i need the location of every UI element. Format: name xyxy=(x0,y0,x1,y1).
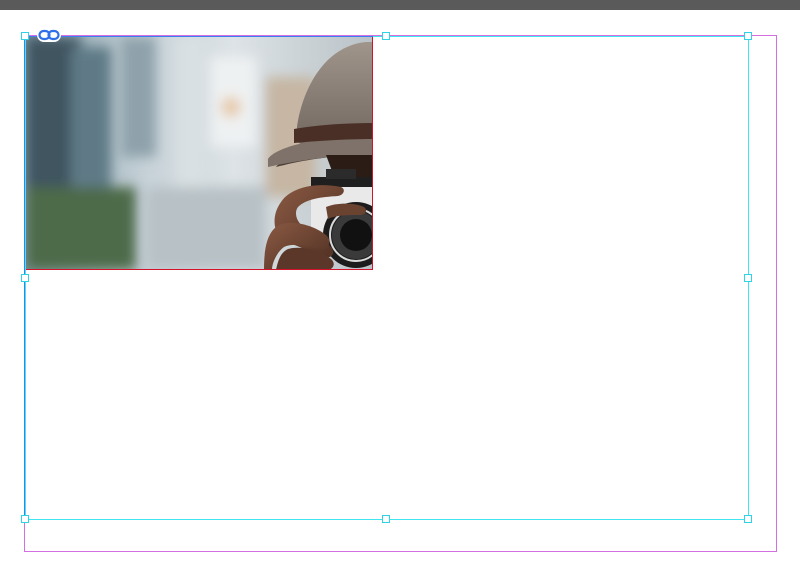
handle-top-middle[interactable] xyxy=(382,32,390,40)
handle-middle-left[interactable] xyxy=(21,274,29,282)
link-icon[interactable] xyxy=(36,27,62,43)
handle-bottom-left[interactable] xyxy=(21,515,29,523)
application-top-bar xyxy=(0,0,800,10)
handle-bottom-right[interactable] xyxy=(744,515,752,523)
document-canvas xyxy=(0,0,800,575)
photo-render xyxy=(26,37,372,269)
handle-middle-right[interactable] xyxy=(744,274,752,282)
handle-bottom-middle[interactable] xyxy=(382,515,390,523)
placed-image[interactable] xyxy=(26,37,373,270)
handle-top-right[interactable] xyxy=(744,32,752,40)
handle-top-left[interactable] xyxy=(21,32,29,40)
